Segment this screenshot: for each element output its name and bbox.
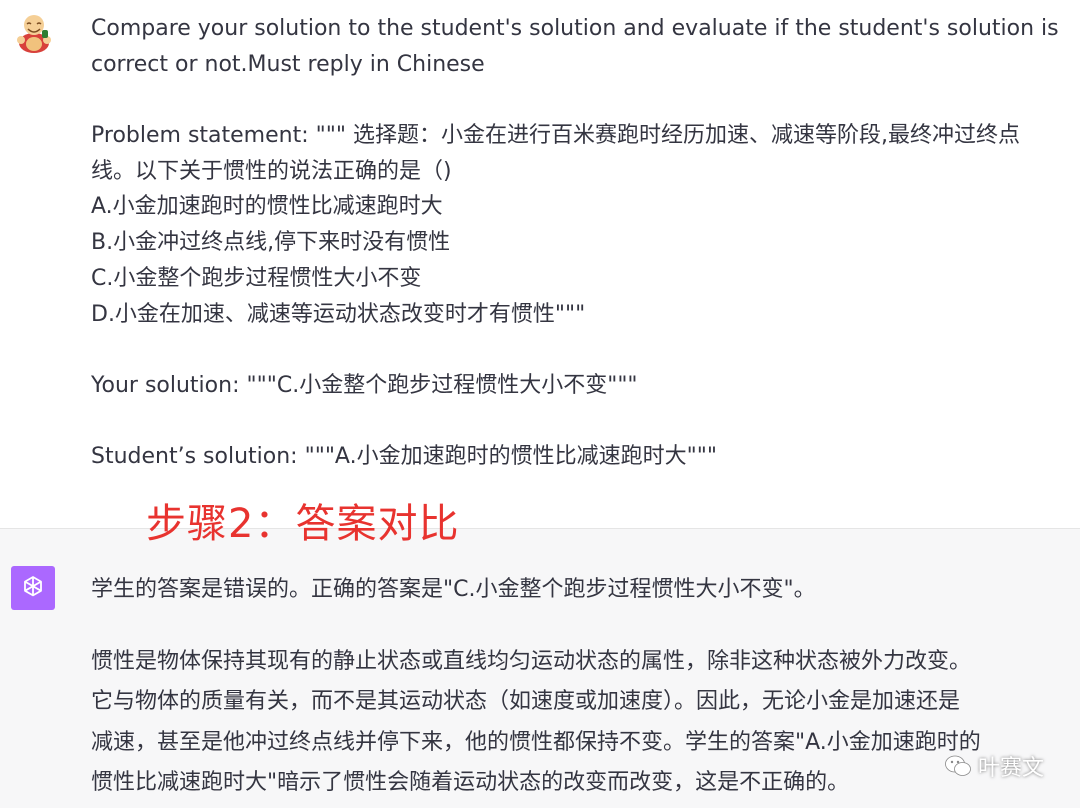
user-line: Your solution: """C.小金整个跑步过程惯性大小不变""" [91,372,638,398]
user-line: Compare your solution to the student's s… [91,16,1059,41]
wechat-icon [945,755,971,776]
step-annotation: 步骤2：答案对比 [146,501,460,547]
assistant-message-block: 学生的答案是错误的。正确的答案是"C.小金整个跑步过程惯性大小不变"。 惯性是物… [0,528,1080,808]
user-line: correct or not.Must reply in Chinese [91,51,485,77]
user-message-block: Compare your solution to the student's s… [0,0,1080,528]
user-line: A.小金加速跑时的惯性比减速跑时大 [91,194,443,220]
user-line: Problem statement: """ 选择题：小金在进行百米赛跑时经历加… [91,123,1020,149]
user-line [91,332,1061,368]
assistant-paragraph-line: 惯性是物体保持其现有的静止状态或直线均匀运动状态的属性，除非这种状态被外力改变。 [91,649,972,674]
user-avatar [12,10,56,54]
user-message-text: Compare your solution to the student's s… [91,11,1061,475]
assistant-avatar [11,566,55,610]
assistant-paragraph-line: 惯性比减速跑时大"暗示了惯性会随着运动状态的改变而改变，这是不正确的。 [91,770,850,795]
assistant-paragraph-line: 减速，甚至是他冲过终点线并停下来，他的惯性都保持不变。学生的答案"A.小金加速跑… [91,730,981,755]
watermark-text: 叶赛文 [977,756,1044,781]
chat-page: Compare your solution to the student's s… [0,0,1080,808]
user-line: C.小金整个跑步过程惯性大小不变 [91,265,422,291]
user-line: 线。以下关于惯性的说法正确的是（) [91,158,452,184]
buddha-avatar-icon [12,10,56,54]
watermark: 叶赛文 [944,750,1044,782]
assistant-summary: 学生的答案是错误的。正确的答案是"C.小金整个跑步过程惯性大小不变"。 [91,577,816,602]
user-line [91,82,1061,118]
user-line [91,404,1061,440]
user-line: Student’s solution: """A.小金加速跑时的惯性比减速跑时大… [91,444,717,470]
openai-logo-icon [24,576,42,597]
assistant-paragraph-line: 它与物体的质量有关，而不是其运动状态（如速度或加速度）。因此，无论小金是加速还是 [91,689,961,714]
user-line: B.小金冲过终点线,停下来时没有惯性 [91,230,451,256]
user-line: D.小金在加速、减速等运动状态改变时才有惯性""" [91,301,586,327]
